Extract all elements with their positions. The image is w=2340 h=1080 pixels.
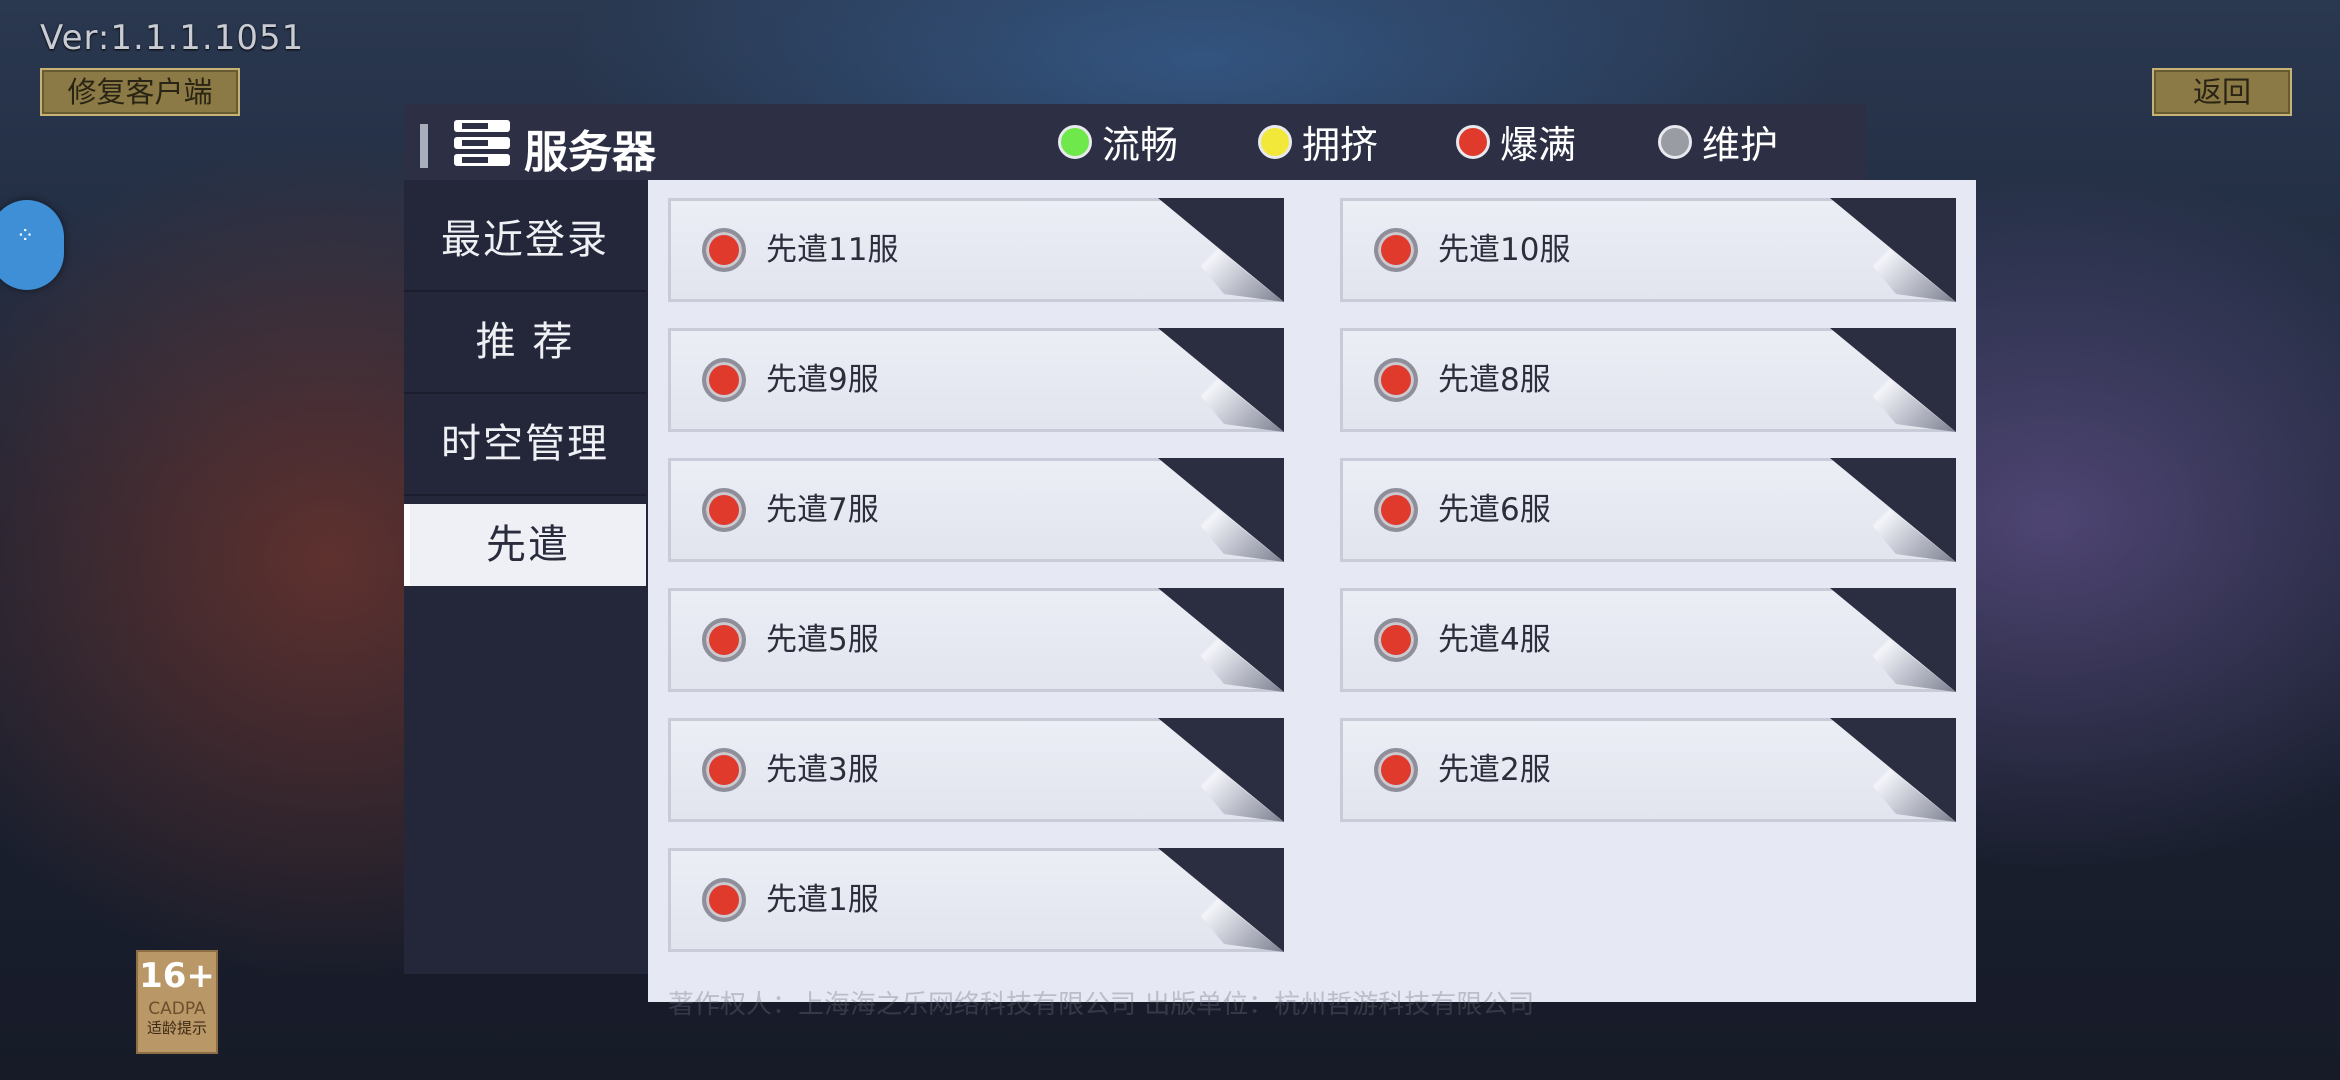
status-full-icon (1374, 748, 1418, 792)
server-name: 先遣5服 (766, 622, 879, 658)
status-dot-maintenance-icon (1658, 124, 1692, 159)
version-label: Ver:1.1.1.1051 (40, 18, 305, 58)
age-rating-number: 16+ (139, 956, 215, 996)
server-icon (454, 120, 510, 172)
server-item[interactable]: 先遣3服 (668, 718, 1284, 822)
legend-full: 爆满 (1456, 114, 1576, 169)
server-item[interactable]: 先遣2服 (1340, 718, 1956, 822)
server-list: 先遣11服 先遣10服 先遣9服 先遣8服 先遣7服 先遣6服 先遣5服 先遣4… (648, 180, 1976, 1002)
legend-label: 爆满 (1500, 123, 1577, 167)
floating-assistant-button[interactable]: ⁘ (0, 200, 64, 290)
status-full-icon (1374, 618, 1418, 662)
status-full-icon (702, 618, 746, 662)
status-full-icon (1374, 228, 1418, 272)
server-name: 先遣10服 (1438, 232, 1571, 268)
server-name: 先遣3服 (766, 752, 879, 788)
status-full-icon (1374, 358, 1418, 402)
status-full-icon (702, 228, 746, 272)
status-full-icon (702, 488, 746, 532)
server-item[interactable]: 先遣10服 (1340, 198, 1956, 302)
server-name: 先遣11服 (766, 232, 899, 268)
legend-label: 维护 (1702, 123, 1779, 167)
legend-label: 流畅 (1102, 123, 1179, 167)
sidebar-item-spacetime-management[interactable]: 时空管理 (404, 394, 646, 496)
status-full-icon (702, 878, 746, 922)
status-full-icon (702, 358, 746, 402)
gamepad-icon: ⁘ (16, 224, 35, 249)
status-dot-smooth-icon (1058, 124, 1092, 159)
status-dot-crowded-icon (1258, 124, 1292, 159)
title-accent-bar (420, 124, 428, 168)
server-item[interactable]: 先遣5服 (668, 588, 1284, 692)
server-name: 先遣2服 (1438, 752, 1551, 788)
server-item[interactable]: 先遣7服 (668, 458, 1284, 562)
server-name: 先遣4服 (1438, 622, 1551, 658)
repair-client-button[interactable]: 修复客户端 (40, 68, 240, 116)
server-item[interactable]: 先遣1服 (668, 848, 1284, 952)
server-name: 先遣9服 (766, 362, 879, 398)
age-rating-note: 适龄提示 (146, 1019, 207, 1037)
panel-title: 服务器 (524, 127, 656, 178)
legend-maintenance: 维护 (1658, 114, 1778, 169)
age-rating-org: CADPA (148, 999, 206, 1019)
sidebar-item-recent-login[interactable]: 最近登录 (404, 190, 646, 292)
server-category-sidebar: 最近登录 推 荐 时空管理 先遣 (404, 190, 646, 586)
server-name: 先遣1服 (766, 882, 879, 918)
server-item[interactable]: 先遣8服 (1340, 328, 1956, 432)
server-name: 先遣7服 (766, 492, 879, 528)
age-rating-badge: 16+ CADPA 适龄提示 (136, 950, 218, 1054)
status-full-icon (1374, 488, 1418, 532)
sidebar-item-recommended[interactable]: 推 荐 (404, 292, 646, 394)
server-name: 先遣6服 (1438, 492, 1551, 528)
legend-label: 拥挤 (1302, 123, 1379, 167)
back-button[interactable]: 返回 (2152, 68, 2292, 116)
server-name: 先遣8服 (1438, 362, 1551, 398)
status-dot-full-icon (1456, 124, 1490, 159)
status-full-icon (702, 748, 746, 792)
server-item[interactable]: 先遣6服 (1340, 458, 1956, 562)
server-item[interactable]: 先遣11服 (668, 198, 1284, 302)
legend-smooth: 流畅 (1058, 114, 1178, 169)
legend-crowded: 拥挤 (1258, 114, 1378, 169)
server-item[interactable]: 先遣4服 (1340, 588, 1956, 692)
server-item[interactable]: 先遣9服 (668, 328, 1284, 432)
copyright-text: 著作权人：上海海之乐网络科技有限公司 出版单位：杭州哲游科技有限公司 (668, 990, 1535, 1020)
sidebar-item-vanguard[interactable]: 先遣 (404, 504, 646, 586)
